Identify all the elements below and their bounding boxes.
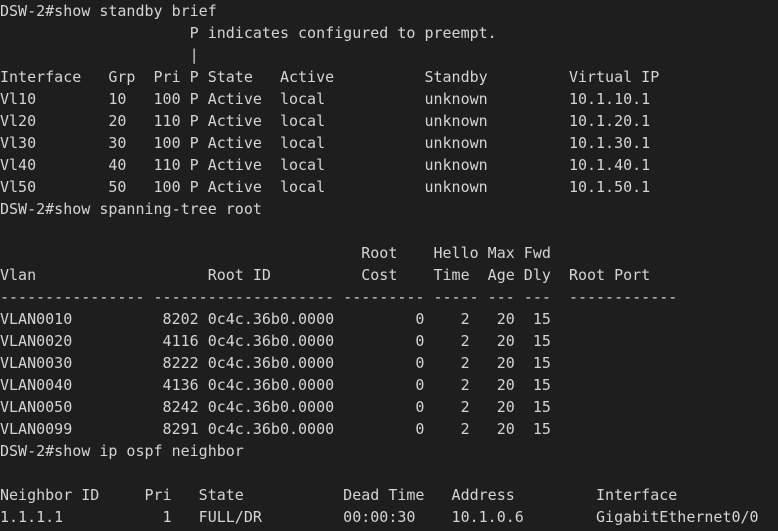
output-line: P indicates configured to preempt. xyxy=(0,24,497,42)
standby-table-row: Vl30 30 100 P Active local unknown 10.1.… xyxy=(0,134,651,152)
command-line-show-spanning-tree: DSW-2#show spanning-tree root xyxy=(0,200,262,218)
spanning-tree-separator: ---------------- -------------------- --… xyxy=(0,288,678,306)
terminal-output[interactable]: DSW-2#show standby brief P indicates con… xyxy=(0,0,778,531)
spanning-tree-row: VLAN0040 4136 0c4c.36b0.0000 0 2 20 15 xyxy=(0,376,551,394)
standby-table-row: Vl40 40 110 P Active local unknown 10.1.… xyxy=(0,156,651,174)
output-line: | xyxy=(0,46,199,64)
spanning-tree-header-1: Root Hello Max Fwd xyxy=(0,244,551,262)
ospf-table-header: Neighbor ID Pri State Dead Time Address … xyxy=(0,486,678,504)
spanning-tree-row: VLAN0020 4116 0c4c.36b0.0000 0 2 20 15 xyxy=(0,332,551,350)
ospf-table-row: 1.1.1.1 1 FULL/DR 00:00:30 10.1.0.6 Giga… xyxy=(0,508,759,526)
command-line-show-standby: DSW-2#show standby brief xyxy=(0,2,217,20)
spanning-tree-header-2: Vlan Root ID Cost Time Age Dly Root Port xyxy=(0,266,651,284)
standby-table-header: Interface Grp Pri P State Active Standby… xyxy=(0,68,660,86)
spanning-tree-row: VLAN0030 8222 0c4c.36b0.0000 0 2 20 15 xyxy=(0,354,551,372)
spanning-tree-row: VLAN0010 8202 0c4c.36b0.0000 0 2 20 15 xyxy=(0,310,551,328)
spanning-tree-row: VLAN0050 8242 0c4c.36b0.0000 0 2 20 15 xyxy=(0,398,551,416)
spanning-tree-row: VLAN0099 8291 0c4c.36b0.0000 0 2 20 15 xyxy=(0,420,551,438)
standby-table-row: Vl50 50 100 P Active local unknown 10.1.… xyxy=(0,178,651,196)
standby-table-row: Vl20 20 110 P Active local unknown 10.1.… xyxy=(0,112,651,130)
standby-table-row: Vl10 10 100 P Active local unknown 10.1.… xyxy=(0,90,651,108)
command-line-show-ospf: DSW-2#show ip ospf neighbor xyxy=(0,442,244,460)
